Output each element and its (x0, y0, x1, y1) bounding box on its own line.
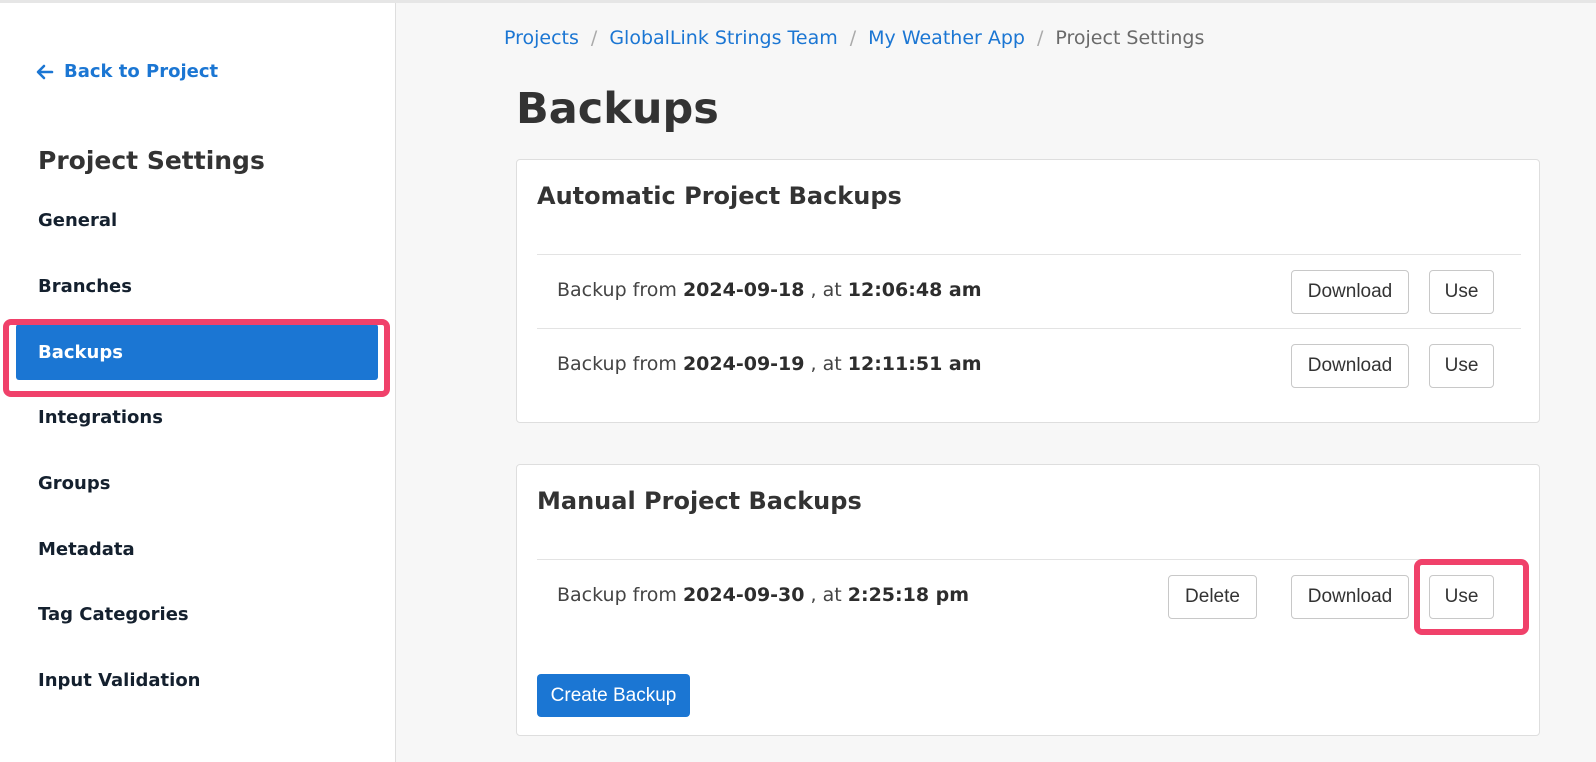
backup-description: Backup from 2024-09-18 , at 12:06:48 am (557, 279, 982, 301)
sidebar-item-label: Branches (38, 275, 132, 297)
page-title: Backups (516, 84, 719, 134)
sidebar-item-tag-categories[interactable]: Tag Categories (16, 586, 378, 642)
back-to-project-link[interactable]: Back to Project (36, 61, 218, 82)
backup-row: Backup from 2024-09-18 , at 12:06:48 am … (537, 254, 1521, 328)
backup-prefix: Backup from (557, 584, 677, 606)
breadcrumb-projects[interactable]: Projects (504, 27, 579, 49)
backup-at: , at (810, 353, 842, 375)
backup-at: , at (810, 279, 842, 301)
backup-prefix: Backup from (557, 279, 677, 301)
sidebar-item-integrations[interactable]: Integrations (16, 389, 378, 445)
sidebar-item-label: Metadata (38, 538, 135, 560)
sidebar-item-label: Backups (38, 341, 123, 363)
sidebar-item-label: General (38, 209, 118, 231)
arrow-left-icon (36, 64, 54, 79)
sidebar-item-backups[interactable]: Backups (16, 324, 378, 380)
backup-time: 12:06:48 am (847, 279, 982, 301)
backup-row: Backup from 2024-09-19 , at 12:11:51 am … (537, 328, 1521, 402)
sidebar-item-input-validation[interactable]: Input Validation (16, 652, 378, 708)
breadcrumb-team[interactable]: GlobalLink Strings Team (609, 27, 837, 49)
delete-button[interactable]: Delete (1168, 575, 1257, 619)
sidebar-item-general[interactable]: General (16, 192, 378, 248)
sidebar-item-branches[interactable]: Branches (16, 258, 378, 314)
sidebar-item-metadata[interactable]: Metadata (16, 521, 378, 577)
backup-time: 2:25:18 pm (847, 584, 970, 606)
breadcrumb: Projects / GlobalLink Strings Team / My … (504, 27, 1204, 49)
use-button[interactable]: Use (1429, 344, 1494, 388)
use-button[interactable]: Use (1429, 270, 1494, 314)
automatic-backups-title: Automatic Project Backups (537, 182, 902, 210)
create-backup-button[interactable]: Create Backup (537, 674, 690, 717)
sidebar-title: Project Settings (38, 146, 265, 175)
manual-backups-title: Manual Project Backups (537, 487, 862, 515)
backup-row: Backup from 2024-09-30 , at 2:25:18 pm D… (537, 559, 1521, 633)
sidebar-item-label: Tag Categories (38, 603, 189, 625)
download-button[interactable]: Download (1291, 344, 1409, 388)
breadcrumb-project[interactable]: My Weather App (868, 27, 1025, 49)
breadcrumb-separator: / (1036, 27, 1044, 49)
backup-description: Backup from 2024-09-19 , at 12:11:51 am (557, 353, 982, 375)
breadcrumb-current: Project Settings (1055, 27, 1205, 49)
sidebar-item-label: Integrations (38, 406, 163, 428)
use-button[interactable]: Use (1429, 575, 1494, 619)
download-button[interactable]: Download (1291, 270, 1409, 314)
manual-backups-card: Manual Project Backups Backup from 2024-… (516, 464, 1540, 736)
sidebar-item-label: Groups (38, 472, 111, 494)
backup-at: , at (810, 584, 842, 606)
backup-date: 2024-09-30 (682, 584, 805, 606)
backup-description: Backup from 2024-09-30 , at 2:25:18 pm (557, 584, 969, 606)
download-button[interactable]: Download (1291, 575, 1409, 619)
backup-date: 2024-09-18 (682, 279, 805, 301)
sidebar-item-groups[interactable]: Groups (16, 455, 378, 511)
back-to-project-label: Back to Project (64, 61, 219, 82)
sidebar-item-label: Input Validation (38, 669, 201, 691)
automatic-backups-card: Automatic Project Backups Backup from 20… (516, 159, 1540, 423)
breadcrumb-separator: / (590, 27, 598, 49)
backup-time: 12:11:51 am (847, 353, 982, 375)
backup-prefix: Backup from (557, 353, 677, 375)
settings-sidebar: Back to Project Project Settings General… (0, 3, 396, 762)
breadcrumb-separator: / (849, 27, 857, 49)
backup-date: 2024-09-19 (682, 353, 805, 375)
